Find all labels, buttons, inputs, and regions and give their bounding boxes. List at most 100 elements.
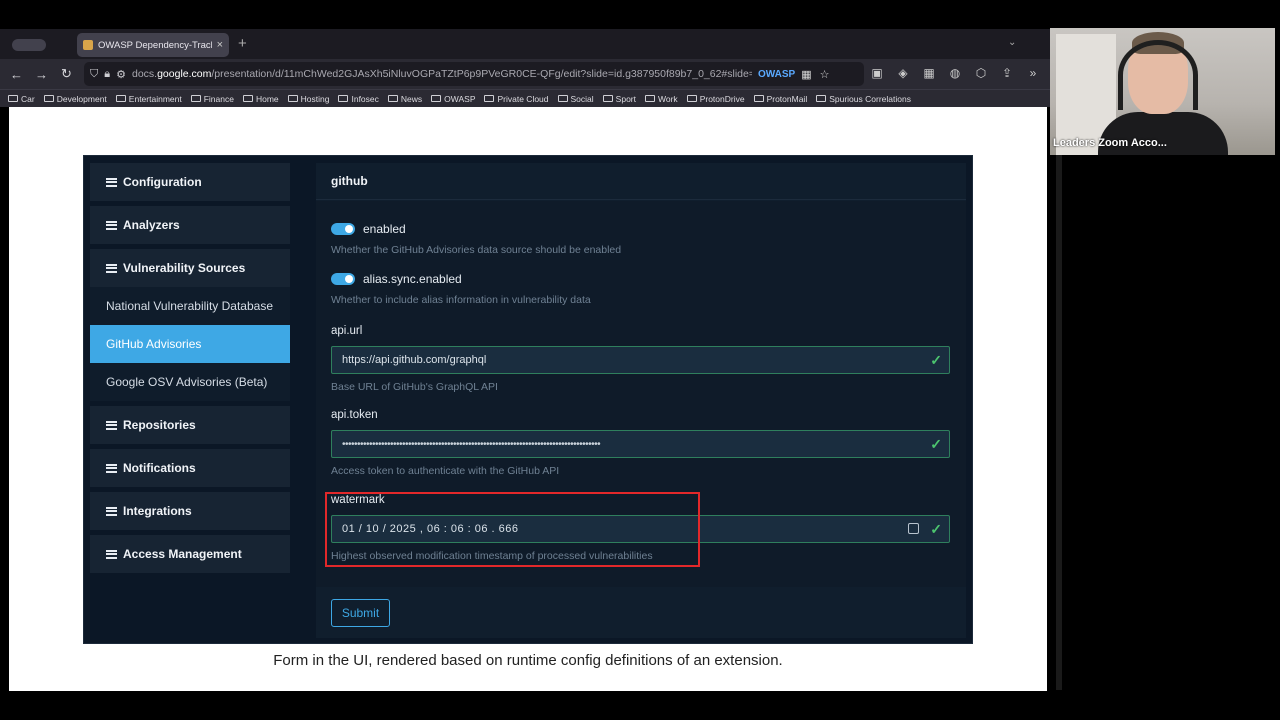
sidebar-item-nvd[interactable]: National Vulnerability Database bbox=[90, 287, 290, 325]
sidebar-section-notifications[interactable]: Notifications bbox=[90, 449, 290, 487]
sidebar-section-configuration[interactable]: Configuration bbox=[90, 163, 290, 201]
site-permissions-icon[interactable]: ⚙ bbox=[116, 68, 126, 81]
qr-code-icon[interactable]: ▦ bbox=[801, 68, 811, 81]
sidebar-section-label: Vulnerability Sources bbox=[123, 261, 246, 275]
headset-icon bbox=[1118, 40, 1198, 110]
overflow-chevron-icon[interactable]: » bbox=[1026, 66, 1040, 80]
presentation-slide: Configuration Analyzers Vulnerability So… bbox=[9, 107, 1047, 691]
bookmark-item[interactable]: Work bbox=[645, 94, 678, 104]
folder-icon bbox=[115, 95, 126, 102]
forward-icon[interactable]: → bbox=[29, 67, 54, 82]
enabled-label: enabled bbox=[363, 222, 406, 236]
bookmark-item[interactable]: Infosec bbox=[338, 93, 379, 104]
extension-shield-icon[interactable]: ◈ bbox=[896, 66, 910, 80]
new-tab-button[interactable]: + bbox=[238, 35, 247, 52]
folder-icon bbox=[686, 95, 697, 102]
list-icon bbox=[106, 549, 117, 559]
reload-icon[interactable]: ↻ bbox=[54, 66, 79, 82]
slide-caption: Form in the UI, rendered based on runtim… bbox=[273, 652, 783, 669]
browser-tab[interactable]: OWASP Dependency-Track Con × bbox=[77, 33, 229, 57]
api-url-input[interactable]: https://api.github.com/graphql ✓ bbox=[331, 346, 950, 374]
webcam-video: Leaders Zoom Acco... bbox=[1050, 28, 1275, 155]
api-url-label: api.url bbox=[331, 325, 363, 337]
folder-icon bbox=[8, 95, 18, 102]
bookmark-item[interactable]: Social bbox=[557, 94, 594, 104]
bookmark-label: Hosting bbox=[300, 93, 330, 104]
tab-bar: OWASP Dependency-Track Con × + ⌄ bbox=[0, 29, 1050, 59]
submit-button[interactable]: Submit bbox=[331, 599, 390, 627]
sidebar-section-analyzers[interactable]: Analyzers bbox=[90, 206, 290, 244]
bookmark-item[interactable]: Home bbox=[242, 93, 279, 104]
screen: OWASP Dependency-Track Con × + ⌄ ← → ↻ ⛉… bbox=[0, 0, 1280, 720]
bookmark-label: Finance bbox=[203, 93, 234, 104]
folder-icon bbox=[338, 95, 349, 102]
url-text[interactable]: docs.google.com/presentation/d/11mChWed2… bbox=[132, 68, 752, 80]
extensions-toolbar: ▣ ◈ ▦ ◍ ⬡ ⇪ » ≡ bbox=[870, 66, 1066, 80]
bookmark-item[interactable]: Development bbox=[43, 94, 107, 104]
sidebar-item-github-advisories[interactable]: GitHub Advisories bbox=[90, 325, 290, 363]
folder-icon bbox=[557, 95, 568, 102]
sidebar-section-access-management[interactable]: Access Management bbox=[90, 535, 290, 573]
share-icon[interactable]: ⇪ bbox=[1000, 66, 1014, 80]
folder-icon bbox=[753, 95, 764, 102]
extensions-puzzle-icon[interactable]: ⬡ bbox=[974, 66, 988, 80]
participant-name: Leaders Zoom Acco... bbox=[1053, 137, 1167, 149]
bookmark-item[interactable]: Sport bbox=[602, 94, 636, 104]
sidebar-item-google-osv[interactable]: Google OSV Advisories (Beta) bbox=[90, 363, 290, 401]
lock-icon[interactable]: 🔒︎ bbox=[104, 68, 110, 81]
back-icon[interactable]: ← bbox=[4, 67, 29, 82]
sidebar-section-repositories[interactable]: Repositories bbox=[90, 406, 290, 444]
sidebar-section-vulnerability-sources[interactable]: Vulnerability Sources bbox=[90, 249, 290, 287]
sidebar-section-label: Notifications bbox=[123, 461, 196, 475]
window-controls[interactable] bbox=[12, 39, 46, 51]
api-token-value: ••••••••••••••••••••••••••••••••••••••••… bbox=[342, 438, 601, 450]
alias-sync-toggle[interactable] bbox=[331, 273, 355, 285]
list-icon bbox=[106, 463, 117, 473]
bookmark-item[interactable]: Hosting bbox=[287, 93, 330, 104]
bookmark-label: Car bbox=[21, 93, 35, 104]
bookmark-item[interactable]: OWASP bbox=[431, 94, 475, 104]
extension-grid-icon[interactable]: ▦ bbox=[922, 66, 936, 80]
tab-list-chevron-icon[interactable]: ⌄ bbox=[1008, 37, 1016, 48]
enabled-field: enabled Whether the GitHub Advisories da… bbox=[331, 222, 621, 256]
sidebar-section-integrations[interactable]: Integrations bbox=[90, 492, 290, 530]
bookmark-item[interactable]: Finance bbox=[190, 93, 234, 104]
settings-sidebar: Configuration Analyzers Vulnerability So… bbox=[90, 163, 290, 578]
list-icon bbox=[106, 263, 117, 273]
enabled-toggle[interactable] bbox=[331, 223, 355, 235]
bookmark-label: Infosec bbox=[351, 93, 379, 104]
panel-title: github bbox=[316, 163, 966, 200]
bookmark-item[interactable]: ProtonMail bbox=[753, 94, 807, 104]
container-tab-pill[interactable]: OWASP bbox=[758, 69, 795, 80]
folder-icon bbox=[242, 95, 253, 102]
address-bar[interactable]: ⛉ 🔒︎ ⚙ docs.google.com/presentation/d/11… bbox=[84, 62, 864, 86]
sidebar-section-label: Analyzers bbox=[123, 218, 180, 232]
bookmark-star-icon[interactable]: ☆ bbox=[820, 68, 830, 81]
list-icon bbox=[106, 420, 117, 430]
shield-icon[interactable]: ⛉ bbox=[90, 68, 98, 81]
calendar-icon[interactable] bbox=[908, 523, 919, 534]
bookmark-label: News bbox=[400, 93, 423, 104]
close-tab-icon[interactable]: × bbox=[217, 39, 223, 51]
bookmark-item[interactable]: ProtonDrive bbox=[686, 93, 745, 104]
bookmark-label: Private Cloud bbox=[497, 93, 549, 104]
bookmarks-bar: Car Development Entertainment Finance Home Ho… bbox=[0, 89, 1050, 107]
tab-title: OWASP Dependency-Track Con bbox=[98, 39, 212, 51]
bookmark-item[interactable]: Entertainment bbox=[115, 94, 182, 104]
bookmark-label: ProtonDrive bbox=[699, 93, 745, 104]
folder-icon bbox=[645, 95, 655, 102]
folder-icon bbox=[43, 95, 54, 102]
scrollbar[interactable] bbox=[1056, 155, 1062, 690]
bookmark-item[interactable]: Car bbox=[8, 94, 35, 104]
bookmark-label: Home bbox=[255, 93, 279, 104]
alias-sync-help: Whether to include alias information in … bbox=[331, 294, 591, 306]
api-token-input[interactable]: ••••••••••••••••••••••••••••••••••••••••… bbox=[331, 430, 950, 458]
extension-globe-icon[interactable]: ◍ bbox=[948, 66, 962, 80]
folder-icon bbox=[431, 95, 442, 102]
bookmark-item[interactable]: Spurious Correlations bbox=[816, 94, 911, 104]
extension-badge-icon[interactable]: ▣ bbox=[870, 66, 884, 80]
bookmark-label: OWASP bbox=[444, 93, 476, 104]
valid-check-icon: ✓ bbox=[930, 352, 942, 368]
bookmark-item[interactable]: Private Cloud bbox=[484, 93, 549, 104]
bookmark-item[interactable]: News bbox=[387, 93, 423, 104]
